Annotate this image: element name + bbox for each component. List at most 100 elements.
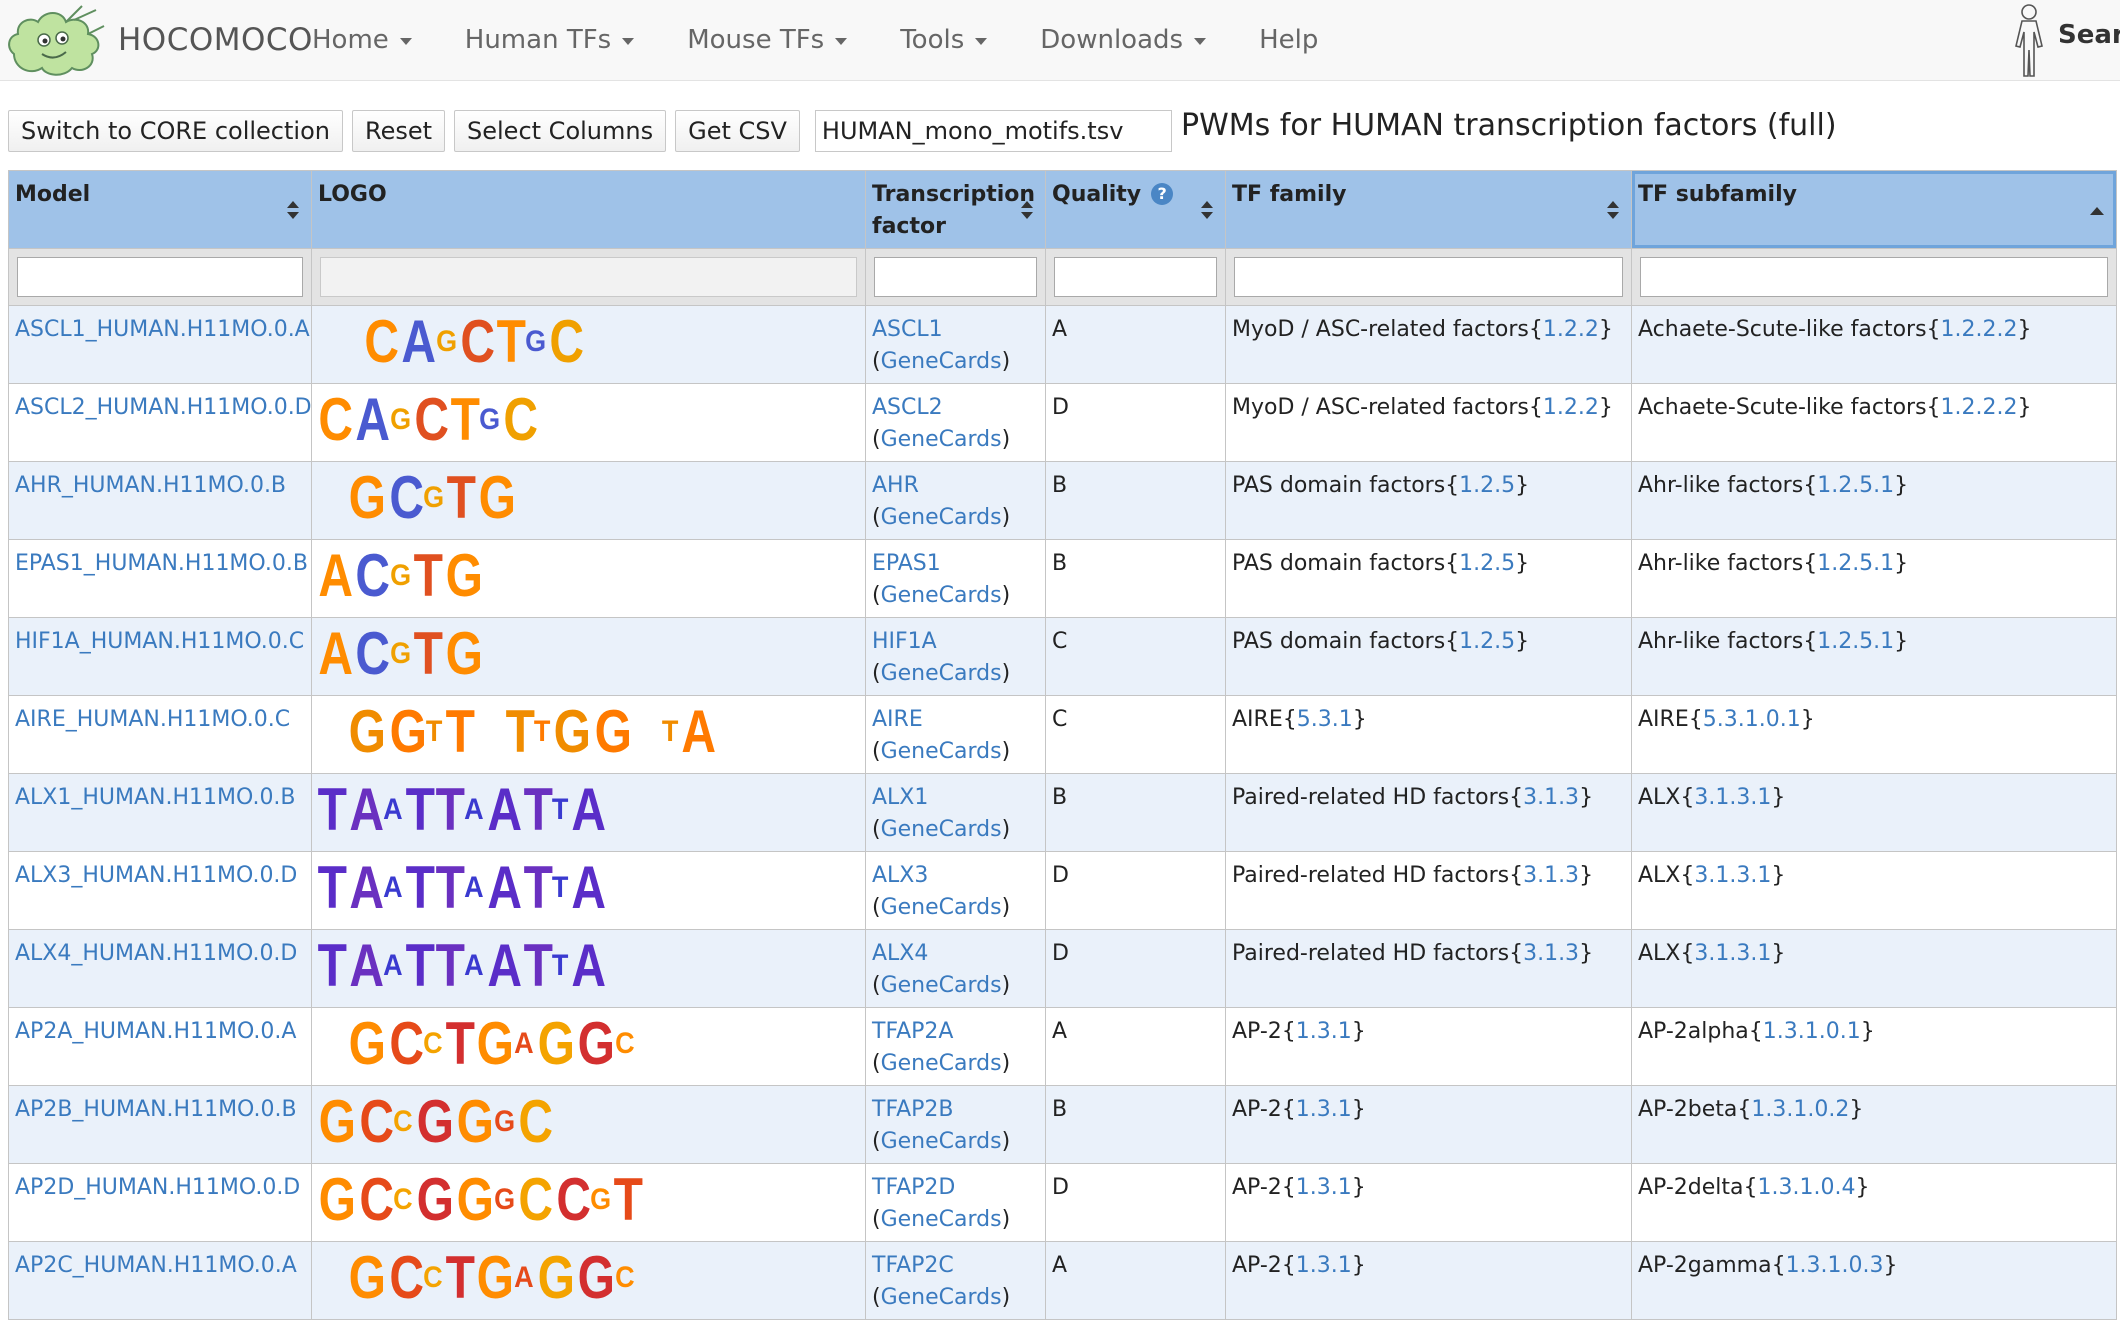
model-link[interactable]: AHR_HUMAN.H11MO.0.B (15, 473, 286, 498)
help-icon[interactable]: ? (1151, 183, 1174, 205)
logo-letter: T (435, 854, 466, 921)
model-link[interactable]: ALX3_HUMAN.H11MO.0.D (15, 863, 297, 888)
tf-subfamily-id-link[interactable]: 5.3.1.0.1 (1703, 707, 1801, 732)
logo-letter: A (681, 698, 716, 765)
tf-link[interactable]: ASCL1 (872, 317, 943, 342)
genecards-link[interactable]: GeneCards (881, 895, 1002, 920)
tf-subfamily-id-link[interactable]: 1.3.1.0.4 (1758, 1175, 1856, 1200)
model-link[interactable]: AP2D_HUMAN.H11MO.0.D (15, 1175, 300, 1200)
reset-button[interactable]: Reset (351, 110, 446, 152)
search-link[interactable]: Searc (2058, 20, 2120, 50)
genecards-link[interactable]: GeneCards (881, 583, 1002, 608)
model-link[interactable]: AP2C_HUMAN.H11MO.0.A (15, 1253, 297, 1278)
logo-letter: C (389, 1244, 424, 1311)
get-csv-button[interactable]: Get CSV (675, 110, 800, 152)
tf-family-id-link[interactable]: 3.1.3 (1523, 941, 1579, 966)
genecards-link[interactable]: GeneCards (881, 817, 1002, 842)
nav-item-mouse-tfs[interactable]: Mouse TFs (687, 25, 848, 55)
genecards-link[interactable]: GeneCards (881, 739, 1002, 764)
tf-link[interactable]: ALX3 (872, 863, 928, 888)
tf-family-id-link[interactable]: 5.3.1 (1297, 707, 1353, 732)
nav-item-downloads[interactable]: Downloads (1040, 25, 1207, 55)
tf-link[interactable]: TFAP2A (872, 1019, 953, 1044)
tf-link[interactable]: AIRE (872, 707, 923, 732)
tf-link[interactable]: ALX4 (872, 941, 928, 966)
tf-family-id-link[interactable]: 1.2.2 (1543, 395, 1599, 420)
switch-collection-button[interactable]: Switch to CORE collection (8, 110, 343, 152)
cell-quality: C (1045, 695, 1226, 774)
model-link[interactable]: EPAS1_HUMAN.H11MO.0.B (15, 551, 308, 576)
nav-item-human-tfs[interactable]: Human TFs (465, 25, 635, 55)
tf-link[interactable]: ALX1 (872, 785, 928, 810)
model-link[interactable]: AP2B_HUMAN.H11MO.0.B (15, 1097, 297, 1122)
filter-input-model[interactable] (17, 257, 303, 297)
tf-link[interactable]: AHR (872, 473, 919, 498)
genecards-link[interactable]: GeneCards (881, 973, 1002, 998)
logo-letter: G (318, 1166, 357, 1233)
tf-subfamily-name: Ahr-like factors (1638, 551, 1804, 576)
genecards-link[interactable]: GeneCards (881, 1051, 1002, 1076)
model-link[interactable]: ASCL1_HUMAN.H11MO.0.A (15, 317, 310, 342)
select-columns-button[interactable]: Select Columns (454, 110, 667, 152)
tf-family-id-link[interactable]: 3.1.3 (1523, 785, 1579, 810)
nav-item-home[interactable]: Home (312, 25, 412, 55)
tf-subfamily-id-link[interactable]: 1.2.5.1 (1817, 551, 1894, 576)
tf-link[interactable]: TFAP2B (872, 1097, 953, 1122)
tf-family-id-link[interactable]: 1.3.1 (1296, 1097, 1352, 1122)
tf-link[interactable]: TFAP2D (872, 1175, 955, 1200)
model-link[interactable]: HIF1A_HUMAN.H11MO.0.C (15, 629, 304, 654)
filter-input-quality[interactable] (1054, 257, 1217, 297)
genecards-link[interactable]: GeneCards (881, 661, 1002, 686)
cell-model: HIF1A_HUMAN.H11MO.0.C (8, 617, 312, 696)
tf-link[interactable]: TFAP2C (872, 1253, 954, 1278)
genecards-link[interactable]: GeneCards (881, 349, 1002, 374)
csv-filename-input[interactable] (814, 110, 1172, 152)
nav-item-tools[interactable]: Tools (900, 25, 988, 55)
logo-letter: G (525, 325, 547, 358)
tf-subfamily-id-link[interactable]: 1.2.5.1 (1817, 629, 1894, 654)
tf-family-id-link[interactable]: 1.3.1 (1296, 1253, 1352, 1278)
model-link[interactable]: AIRE_HUMAN.H11MO.0.C (15, 707, 290, 732)
model-link[interactable]: ALX4_HUMAN.H11MO.0.D (15, 941, 297, 966)
genecards-link[interactable]: GeneCards (881, 505, 1002, 530)
tf-link[interactable]: ASCL2 (872, 395, 943, 420)
tf-subfamily-id-link[interactable]: 3.1.3.1 (1694, 863, 1771, 888)
model-link[interactable]: AP2A_HUMAN.H11MO.0.A (15, 1019, 296, 1044)
model-link[interactable]: ASCL2_HUMAN.H11MO.0.D (15, 395, 311, 420)
nav-item-help[interactable]: Help (1259, 25, 1318, 55)
tf-subfamily-id-link[interactable]: 1.2.2.2 (1941, 317, 2018, 342)
tf-link[interactable]: HIF1A (872, 629, 937, 654)
column-header-tf-subfamily[interactable]: TF subfamily (1631, 170, 2117, 249)
tf-subfamily-id-link[interactable]: 1.2.5.1 (1817, 473, 1894, 498)
column-header-model[interactable]: Model (8, 170, 312, 249)
tf-family-id-link[interactable]: 1.3.1 (1296, 1019, 1352, 1044)
tf-family-id-link[interactable]: 1.2.5 (1459, 629, 1515, 654)
tf-family-id-link[interactable]: 1.3.1 (1296, 1175, 1352, 1200)
brand-link[interactable]: HOCOMOCO (4, 2, 313, 78)
filter-input-transcription-factor[interactable] (874, 257, 1037, 297)
tf-subfamily-id-link[interactable]: 1.3.1.0.2 (1751, 1097, 1849, 1122)
tf-subfamily-id-link[interactable]: 1.3.1.0.1 (1763, 1019, 1861, 1044)
tf-family-id-link[interactable]: 3.1.3 (1523, 863, 1579, 888)
tf-subfamily-id-link[interactable]: 3.1.3.1 (1694, 785, 1771, 810)
model-link[interactable]: ALX1_HUMAN.H11MO.0.B (15, 785, 296, 810)
tf-link[interactable]: EPAS1 (872, 551, 941, 576)
genecards-link[interactable]: GeneCards (881, 1285, 1002, 1310)
genecards-link[interactable]: GeneCards (881, 1129, 1002, 1154)
filter-input-tf-family[interactable] (1234, 257, 1623, 297)
table-row: AP2A_HUMAN.H11MO.0.A GCCTGAGGC TFAP2A (Gene… (8, 1007, 2117, 1086)
tf-family-id-link[interactable]: 1.2.5 (1459, 473, 1515, 498)
column-header-quality[interactable]: Quality? (1045, 170, 1226, 249)
human-body-icon[interactable] (2004, 2, 2054, 78)
filter-input-tf-subfamily[interactable] (1640, 257, 2108, 297)
tf-subfamily-id-link[interactable]: 1.2.2.2 (1941, 395, 2018, 420)
tf-family-id-link[interactable]: 1.2.2 (1543, 317, 1599, 342)
tf-subfamily-id-link[interactable]: 3.1.3.1 (1694, 941, 1771, 966)
genecards-link[interactable]: GeneCards (881, 1207, 1002, 1232)
genecards-link[interactable]: GeneCards (881, 427, 1002, 452)
tf-family-id-link[interactable]: 1.2.5 (1459, 551, 1515, 576)
column-header-transcription-factor[interactable]: Transcription factor (865, 170, 1046, 249)
tf-subfamily-id-link[interactable]: 1.3.1.0.3 (1786, 1253, 1884, 1278)
chevron-down-icon (622, 38, 635, 45)
column-header-tf-family[interactable]: TF family (1225, 170, 1632, 249)
